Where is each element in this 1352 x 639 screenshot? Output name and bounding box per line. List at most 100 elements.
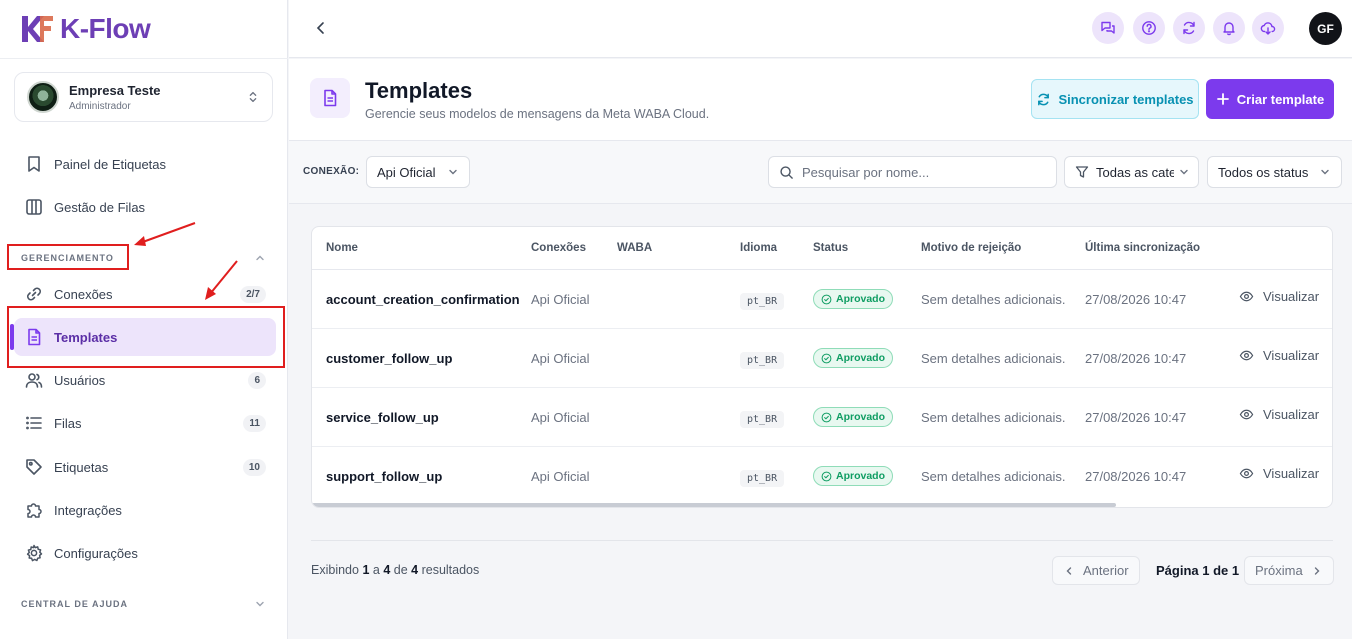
status-badge: Aprovado bbox=[813, 348, 894, 368]
chevron-down-icon[interactable] bbox=[254, 598, 266, 610]
last-sync: 27/08/2026 10:47 bbox=[1085, 469, 1187, 484]
column-header-ultima-sincronizacao: Última sincronização bbox=[1085, 242, 1201, 254]
puzzle-icon bbox=[27, 503, 42, 518]
eye-icon bbox=[1239, 350, 1254, 361]
company-avatar bbox=[27, 81, 59, 113]
page-subtitle: Gerencie seus modelos de mensagens da Me… bbox=[365, 107, 710, 121]
horizontal-scrollbar[interactable] bbox=[312, 503, 1116, 507]
previous-page-button[interactable]: Anterior bbox=[1052, 556, 1140, 585]
results-from: 1 bbox=[362, 563, 370, 577]
status-badge: Aprovado bbox=[813, 407, 894, 427]
sidebar-item-integracoes[interactable]: Integrações bbox=[14, 491, 276, 529]
rejection-reason: Sem detalhes adicionais. bbox=[921, 292, 1066, 307]
company-switcher[interactable]: Empresa Teste Administrador bbox=[14, 72, 273, 122]
table-row: customer_follow_up Api Oficial pt_BR Apr… bbox=[312, 329, 1332, 388]
chevron-down-icon bbox=[449, 169, 457, 175]
top-bar: GF bbox=[289, 0, 1352, 58]
sidebar-item-filas[interactable]: Filas 11 bbox=[14, 404, 276, 442]
template-name: account_creation_confirmation bbox=[326, 292, 520, 307]
view-button[interactable]: Visualizar bbox=[1239, 289, 1319, 304]
app-logo[interactable]: K-Flow bbox=[20, 12, 151, 46]
template-connection: Api Oficial bbox=[531, 292, 590, 307]
results-suffix: resultados bbox=[421, 563, 480, 577]
chevron-left-icon bbox=[1066, 566, 1072, 575]
status-text: Aprovado bbox=[836, 352, 886, 364]
help-icon bbox=[1142, 21, 1156, 35]
download-button[interactable] bbox=[1252, 12, 1284, 44]
filter-bar: CONEXÃO: Api Oficial Todas as categorias… bbox=[289, 141, 1352, 204]
status-select-value: Todos os status bbox=[1218, 164, 1309, 180]
template-name: service_follow_up bbox=[326, 410, 439, 425]
users-icon bbox=[25, 373, 43, 388]
view-label: Visualizar bbox=[1263, 466, 1320, 481]
count-badge: 2/7 bbox=[240, 285, 266, 303]
results-summary: Exibindo 1 a 4 de 4 resultados bbox=[311, 563, 479, 577]
rejection-reason: Sem detalhes adicionais. bbox=[921, 469, 1066, 484]
results-of-word: de bbox=[393, 563, 408, 577]
annotation-box-templates bbox=[7, 306, 285, 368]
status-text: Aprovado bbox=[836, 411, 886, 423]
section-label-central-ajuda[interactable]: CENTRAL DE AJUDA bbox=[21, 599, 128, 609]
sidebar-item-label: Configurações bbox=[54, 545, 138, 561]
document-icon bbox=[324, 89, 337, 107]
notifications-button[interactable] bbox=[1213, 12, 1245, 44]
user-avatar[interactable]: GF bbox=[1309, 12, 1342, 45]
annotation-arrow-icon bbox=[134, 222, 196, 246]
column-header-conexoes: Conexões bbox=[531, 242, 586, 254]
chevron-left-icon[interactable] bbox=[311, 18, 331, 38]
view-button[interactable]: Visualizar bbox=[1239, 407, 1319, 422]
connection-select[interactable]: Api Oficial bbox=[366, 156, 470, 188]
sidebar-item-etiquetas[interactable]: Etiquetas 10 bbox=[14, 448, 276, 486]
search-icon bbox=[780, 165, 793, 179]
last-sync: 27/08/2026 10:47 bbox=[1085, 410, 1187, 425]
template-name: customer_follow_up bbox=[326, 351, 453, 366]
check-circle-icon bbox=[821, 294, 832, 304]
rejection-reason: Sem detalhes adicionais. bbox=[921, 410, 1066, 425]
column-header-motivo: Motivo de rejeição bbox=[921, 242, 1022, 254]
table-row: service_follow_up Api Oficial pt_BR Apro… bbox=[312, 388, 1332, 447]
previous-page-label: Anterior bbox=[1083, 563, 1129, 578]
status-text: Aprovado bbox=[836, 293, 886, 305]
gear-icon bbox=[26, 544, 43, 562]
count-badge: 6 bbox=[248, 371, 266, 389]
bell-icon bbox=[1223, 22, 1235, 36]
create-template-label: Criar template bbox=[1236, 91, 1325, 107]
chevron-up-icon[interactable] bbox=[254, 252, 266, 264]
eye-icon bbox=[1239, 291, 1254, 302]
template-connection: Api Oficial bbox=[531, 469, 590, 484]
sidebar-item-painel-etiquetas[interactable]: Painel de Etiquetas bbox=[14, 145, 276, 183]
templates-table: Nome Conexões WABA Idioma Status Motivo … bbox=[311, 226, 1333, 508]
page-title: Templates bbox=[365, 78, 473, 103]
table-row: account_creation_confirmation Api Oficia… bbox=[312, 270, 1332, 329]
sidebar-item-configuracoes[interactable]: Configurações bbox=[14, 534, 276, 572]
chevron-down-icon bbox=[1180, 169, 1188, 175]
filter-icon bbox=[1075, 166, 1089, 178]
chat-button[interactable] bbox=[1092, 12, 1124, 44]
refresh-button[interactable] bbox=[1173, 12, 1205, 44]
sidebar-item-label: Filas bbox=[54, 415, 82, 431]
template-language: pt_BR bbox=[740, 293, 785, 310]
view-label: Visualizar bbox=[1263, 289, 1320, 304]
template-language: pt_BR bbox=[740, 352, 785, 369]
sync-templates-label: Sincronizar templates bbox=[1058, 91, 1194, 107]
template-connection: Api Oficial bbox=[531, 351, 590, 366]
category-select[interactable]: Todas as categorias bbox=[1064, 156, 1199, 188]
columns-icon bbox=[26, 199, 42, 215]
sync-templates-button[interactable]: Sincronizar templates bbox=[1031, 79, 1199, 119]
chat-icon bbox=[1101, 21, 1115, 34]
search-field[interactable] bbox=[768, 156, 1057, 188]
create-template-button[interactable]: Criar template bbox=[1206, 79, 1334, 119]
help-button[interactable] bbox=[1133, 12, 1165, 44]
company-name: Empresa Teste bbox=[69, 82, 161, 98]
results-to-word: a bbox=[372, 563, 380, 577]
search-input[interactable] bbox=[802, 164, 1042, 180]
view-button[interactable]: Visualizar bbox=[1239, 466, 1319, 481]
rejection-reason: Sem detalhes adicionais. bbox=[921, 351, 1066, 366]
company-role: Administrador bbox=[69, 100, 131, 112]
status-select[interactable]: Todos os status bbox=[1207, 156, 1342, 188]
refresh-icon bbox=[1183, 21, 1195, 35]
eye-icon bbox=[1239, 468, 1254, 479]
view-button[interactable]: Visualizar bbox=[1239, 348, 1319, 363]
next-page-button[interactable]: Próxima bbox=[1244, 556, 1334, 585]
column-header-idioma: Idioma bbox=[740, 242, 778, 254]
